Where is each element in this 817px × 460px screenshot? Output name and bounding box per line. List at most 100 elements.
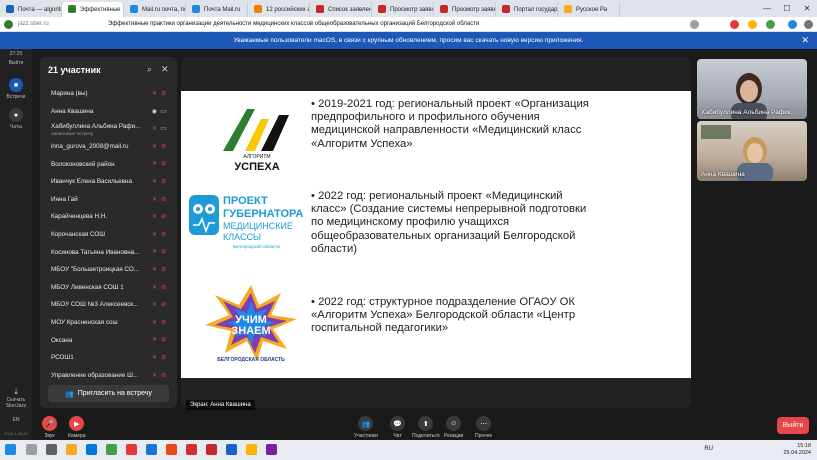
participant-name: Оксана: [51, 336, 73, 344]
app-icon[interactable]: [106, 444, 117, 455]
share-button[interactable]: ⬆ Поделиться: [412, 416, 440, 439]
url-field[interactable]: jazz.sber.ru: [18, 21, 108, 27]
video-tile[interactable]: Хабибуллина Альбина Рафик...: [697, 59, 807, 119]
rail-item-chats[interactable]: ● Чаты: [0, 108, 32, 130]
browser-tab[interactable]: Просмотр заявлен: [372, 2, 434, 17]
close-window-icon[interactable]: ✕: [797, 0, 817, 17]
more-button[interactable]: ⋯ Прочее: [475, 416, 492, 439]
participant-row[interactable]: Хабибуллина Альбина Рафи... Записывает вс…: [40, 120, 177, 138]
participant-row[interactable]: Инна Гай ✕ ⊘: [40, 191, 177, 209]
browser-tab[interactable]: Эффективные: [62, 2, 124, 17]
participant-row[interactable]: МБОУ "Большетроицкая СО... ✕ ⊘: [40, 261, 177, 279]
browser-tab[interactable]: Список заявлений: [310, 2, 372, 17]
participants-list: Марина (вы) ✕ ⊘ Анна Квашина ◉ ▭ Хабибуллина А…: [40, 85, 177, 384]
video-tile[interactable]: Анна Квашина: [697, 121, 807, 181]
logo2-line3: МЕДИЦИНСКИЕ: [223, 221, 293, 231]
explorer-icon[interactable]: [66, 444, 77, 455]
browser-tab[interactable]: Русское Ра: [558, 2, 620, 17]
video-icon: ■: [9, 78, 23, 92]
participant-row[interactable]: МБОУ Ливенская СОШ 1 ✕ ⊘: [40, 279, 177, 297]
leave-button[interactable]: Выйти: [777, 417, 809, 434]
search-icon[interactable]: [26, 444, 37, 455]
invite-button[interactable]: 👥 Пригласить на встречу: [48, 385, 169, 402]
reactions-button[interactable]: ☺ Реакции: [444, 416, 463, 439]
uchim-znaem-logo: УЧИМ ЗНАЕМ БЕЛГОРОДСКАЯ ОБЛАСТЬ: [205, 285, 297, 363]
start-icon[interactable]: [5, 444, 16, 455]
slide-bullet-line: • 2019-2021 год: региональный проект «Ор…: [311, 98, 589, 110]
browser-tab[interactable]: Просмотр заявле: [434, 2, 496, 17]
slide-bullet-line: госпитальной педагогики»: [311, 322, 449, 335]
mic-off-icon: ✕: [151, 143, 157, 150]
more-icon: ⋯: [476, 416, 492, 431]
app-icon[interactable]: [146, 444, 157, 455]
participant-row[interactable]: Марина (вы) ✕ ⊘: [40, 85, 177, 103]
menu-icon[interactable]: [804, 20, 813, 29]
close-panel-icon[interactable]: ✕: [161, 64, 169, 75]
app-version: 2024.1.40.20: [4, 431, 28, 436]
participant-name: Хабибуллина Альбина Рафи...: [51, 122, 141, 130]
participant-row[interactable]: Карайченцева Н.Н. ✕ ⊘: [40, 208, 177, 226]
tab-label: Просмотр заявлен: [390, 6, 433, 13]
camera-button[interactable]: ▶ Камера: [68, 416, 85, 439]
participant-row[interactable]: МОУ Красненская сош ✕ ⊘: [40, 314, 177, 332]
exit-rail-item[interactable]: Выйти: [0, 60, 32, 66]
extension-icon[interactable]: [766, 20, 775, 29]
extension-icon[interactable]: [730, 20, 739, 29]
mic-button[interactable]: 🎤 Звук: [42, 416, 57, 439]
word-icon[interactable]: [226, 444, 237, 455]
participant-row[interactable]: Оксана ✕ ⊘: [40, 331, 177, 349]
app-icon[interactable]: [166, 444, 177, 455]
participant-row[interactable]: inna_gurova_2008@mail.ru ✕ ⊘: [40, 138, 177, 156]
browser-tab[interactable]: Mail.ru почта, пои: [124, 2, 186, 17]
maximize-icon[interactable]: ☐: [777, 0, 797, 17]
participant-row[interactable]: Анна Квашина ◉ ▭: [40, 103, 177, 121]
banner-text: Уважаемые пользователи macOS, в связи с …: [233, 37, 584, 44]
edge-icon[interactable]: [86, 444, 97, 455]
tab-list: Почта — algoritm Эффективные Mail.ru почта…: [0, 0, 620, 17]
browser-tab[interactable]: Почта — algoritm: [0, 2, 62, 17]
slide-bullet-line: «Алгоритм Успеха»: [311, 137, 413, 150]
participant-row[interactable]: РСОШ1 ✕ ⊘: [40, 349, 177, 367]
participant-name: МБОУ СОШ №3 Алексеевск...: [51, 301, 139, 309]
app-icon[interactable]: [206, 444, 217, 455]
participant-row[interactable]: МБОУ СОШ №3 Алексеевск... ✕ ⊘: [40, 296, 177, 314]
browser-tab[interactable]: Почта Mail.ru: [186, 2, 248, 17]
task-view-icon[interactable]: [46, 444, 57, 455]
page-title: Эффективные практики организации деятель…: [108, 21, 480, 27]
participant-name: Иванчук Елена Васильевна: [51, 178, 132, 186]
system-clock[interactable]: 15:18 25.04.2024: [783, 443, 811, 457]
participant-name: Косинова Татьяна Ивановна...: [51, 248, 140, 256]
participant-row[interactable]: Корочанская СОШ ✕ ⊘: [40, 226, 177, 244]
participants-button[interactable]: 👥 Участники: [354, 416, 378, 439]
video-name: Хабибуллина Альбина Рафик...: [701, 109, 797, 116]
participant-row[interactable]: Управление образование Ш... ✕ ⊘: [40, 367, 177, 385]
extension-icon[interactable]: [748, 20, 757, 29]
rail-item-meetings[interactable]: ■ Встречи: [0, 78, 32, 100]
download-icon[interactable]: [788, 20, 797, 29]
browser-tab[interactable]: Портал государст: [496, 2, 558, 17]
search-icon[interactable]: ⌕: [147, 64, 152, 75]
participant-row[interactable]: Иванчук Елена Васильевна ✕ ⊘: [40, 173, 177, 191]
acrobat-icon[interactable]: [186, 444, 197, 455]
input-language[interactable]: RU: [704, 446, 713, 452]
browser-tab[interactable]: 12 российских ак: [248, 2, 310, 17]
sberjazz-icon[interactable]: [266, 444, 277, 455]
participant-name: Корочанская СОШ: [51, 231, 106, 239]
chat-button[interactable]: 💬 Чат: [390, 416, 405, 439]
users-icon: 👥: [358, 416, 374, 431]
yandex-browser-icon[interactable]: [246, 444, 257, 455]
download-sberjazz[interactable]: ⤓ Скачать SberJazz: [0, 387, 32, 409]
participant-name: Марина (вы): [51, 90, 88, 98]
language-switch[interactable]: EN: [0, 417, 32, 423]
meeting-timer: 27:25: [9, 51, 23, 57]
minimize-icon[interactable]: —: [757, 0, 777, 17]
participant-row[interactable]: Волоконовский район ✕ ⊘: [40, 155, 177, 173]
mic-off-icon: ✕: [151, 178, 157, 185]
camera-off-icon: ⊘: [160, 284, 166, 291]
bookmark-icon[interactable]: [690, 20, 699, 29]
camera-off-icon: ⊘: [160, 337, 166, 344]
participant-row[interactable]: Косинова Татьяна Ивановна... ✕ ⊘: [40, 243, 177, 261]
opera-icon[interactable]: [126, 444, 137, 455]
tab-label: Портал государст: [514, 6, 558, 13]
close-banner-icon[interactable]: ✕: [801, 35, 809, 46]
